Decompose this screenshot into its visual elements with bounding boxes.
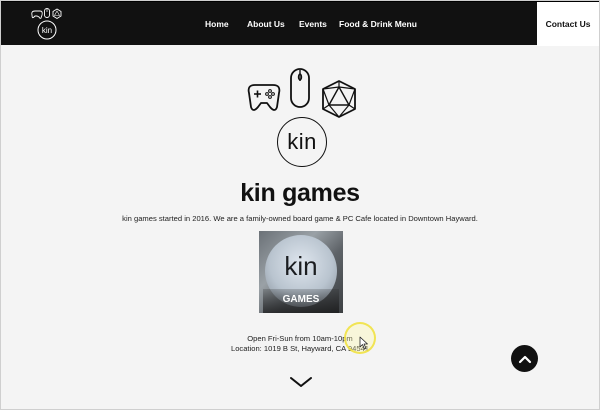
location-text: Location: 1019 B St, Hayward, CA 94541 bbox=[230, 344, 370, 353]
contact-us-button[interactable]: Contact Us bbox=[537, 2, 599, 46]
nav-home-link[interactable]: Home bbox=[205, 19, 229, 29]
chevron-down-icon[interactable] bbox=[289, 375, 313, 389]
photo-sign-games: GAMES bbox=[282, 294, 320, 305]
page-tagline: kin games started in 2016. We are a fami… bbox=[122, 214, 478, 223]
hero-kin-logo: kin bbox=[277, 117, 327, 167]
nav-food-drink-link[interactable]: Food & Drink Menu bbox=[339, 19, 417, 29]
d20-dice-icon bbox=[322, 80, 356, 118]
mouse-icon bbox=[290, 68, 310, 108]
mouse-pointer-icon bbox=[359, 336, 368, 350]
scroll-to-top-button[interactable] bbox=[511, 345, 538, 372]
nav-about-link[interactable]: About Us bbox=[247, 19, 285, 29]
page-title: kin games bbox=[240, 179, 360, 207]
photo-sign-kin: kin bbox=[284, 251, 318, 281]
page: kin Home About Us Events Food & Drink Me… bbox=[0, 0, 600, 410]
chevron-up-icon bbox=[518, 355, 531, 363]
storefront-photo: kin GAMES bbox=[259, 231, 343, 313]
site-logo[interactable]: kin bbox=[29, 6, 65, 42]
game-controller-icon bbox=[247, 84, 281, 111]
site-header: kin Home About Us Events Food & Drink Me… bbox=[1, 1, 599, 46]
nav-events-link[interactable]: Events bbox=[299, 19, 327, 29]
svg-text:kin: kin bbox=[42, 26, 52, 35]
logo-icon: kin bbox=[31, 8, 62, 40]
hours-text: Open Fri-Sun from 10am-10pm bbox=[247, 334, 353, 343]
